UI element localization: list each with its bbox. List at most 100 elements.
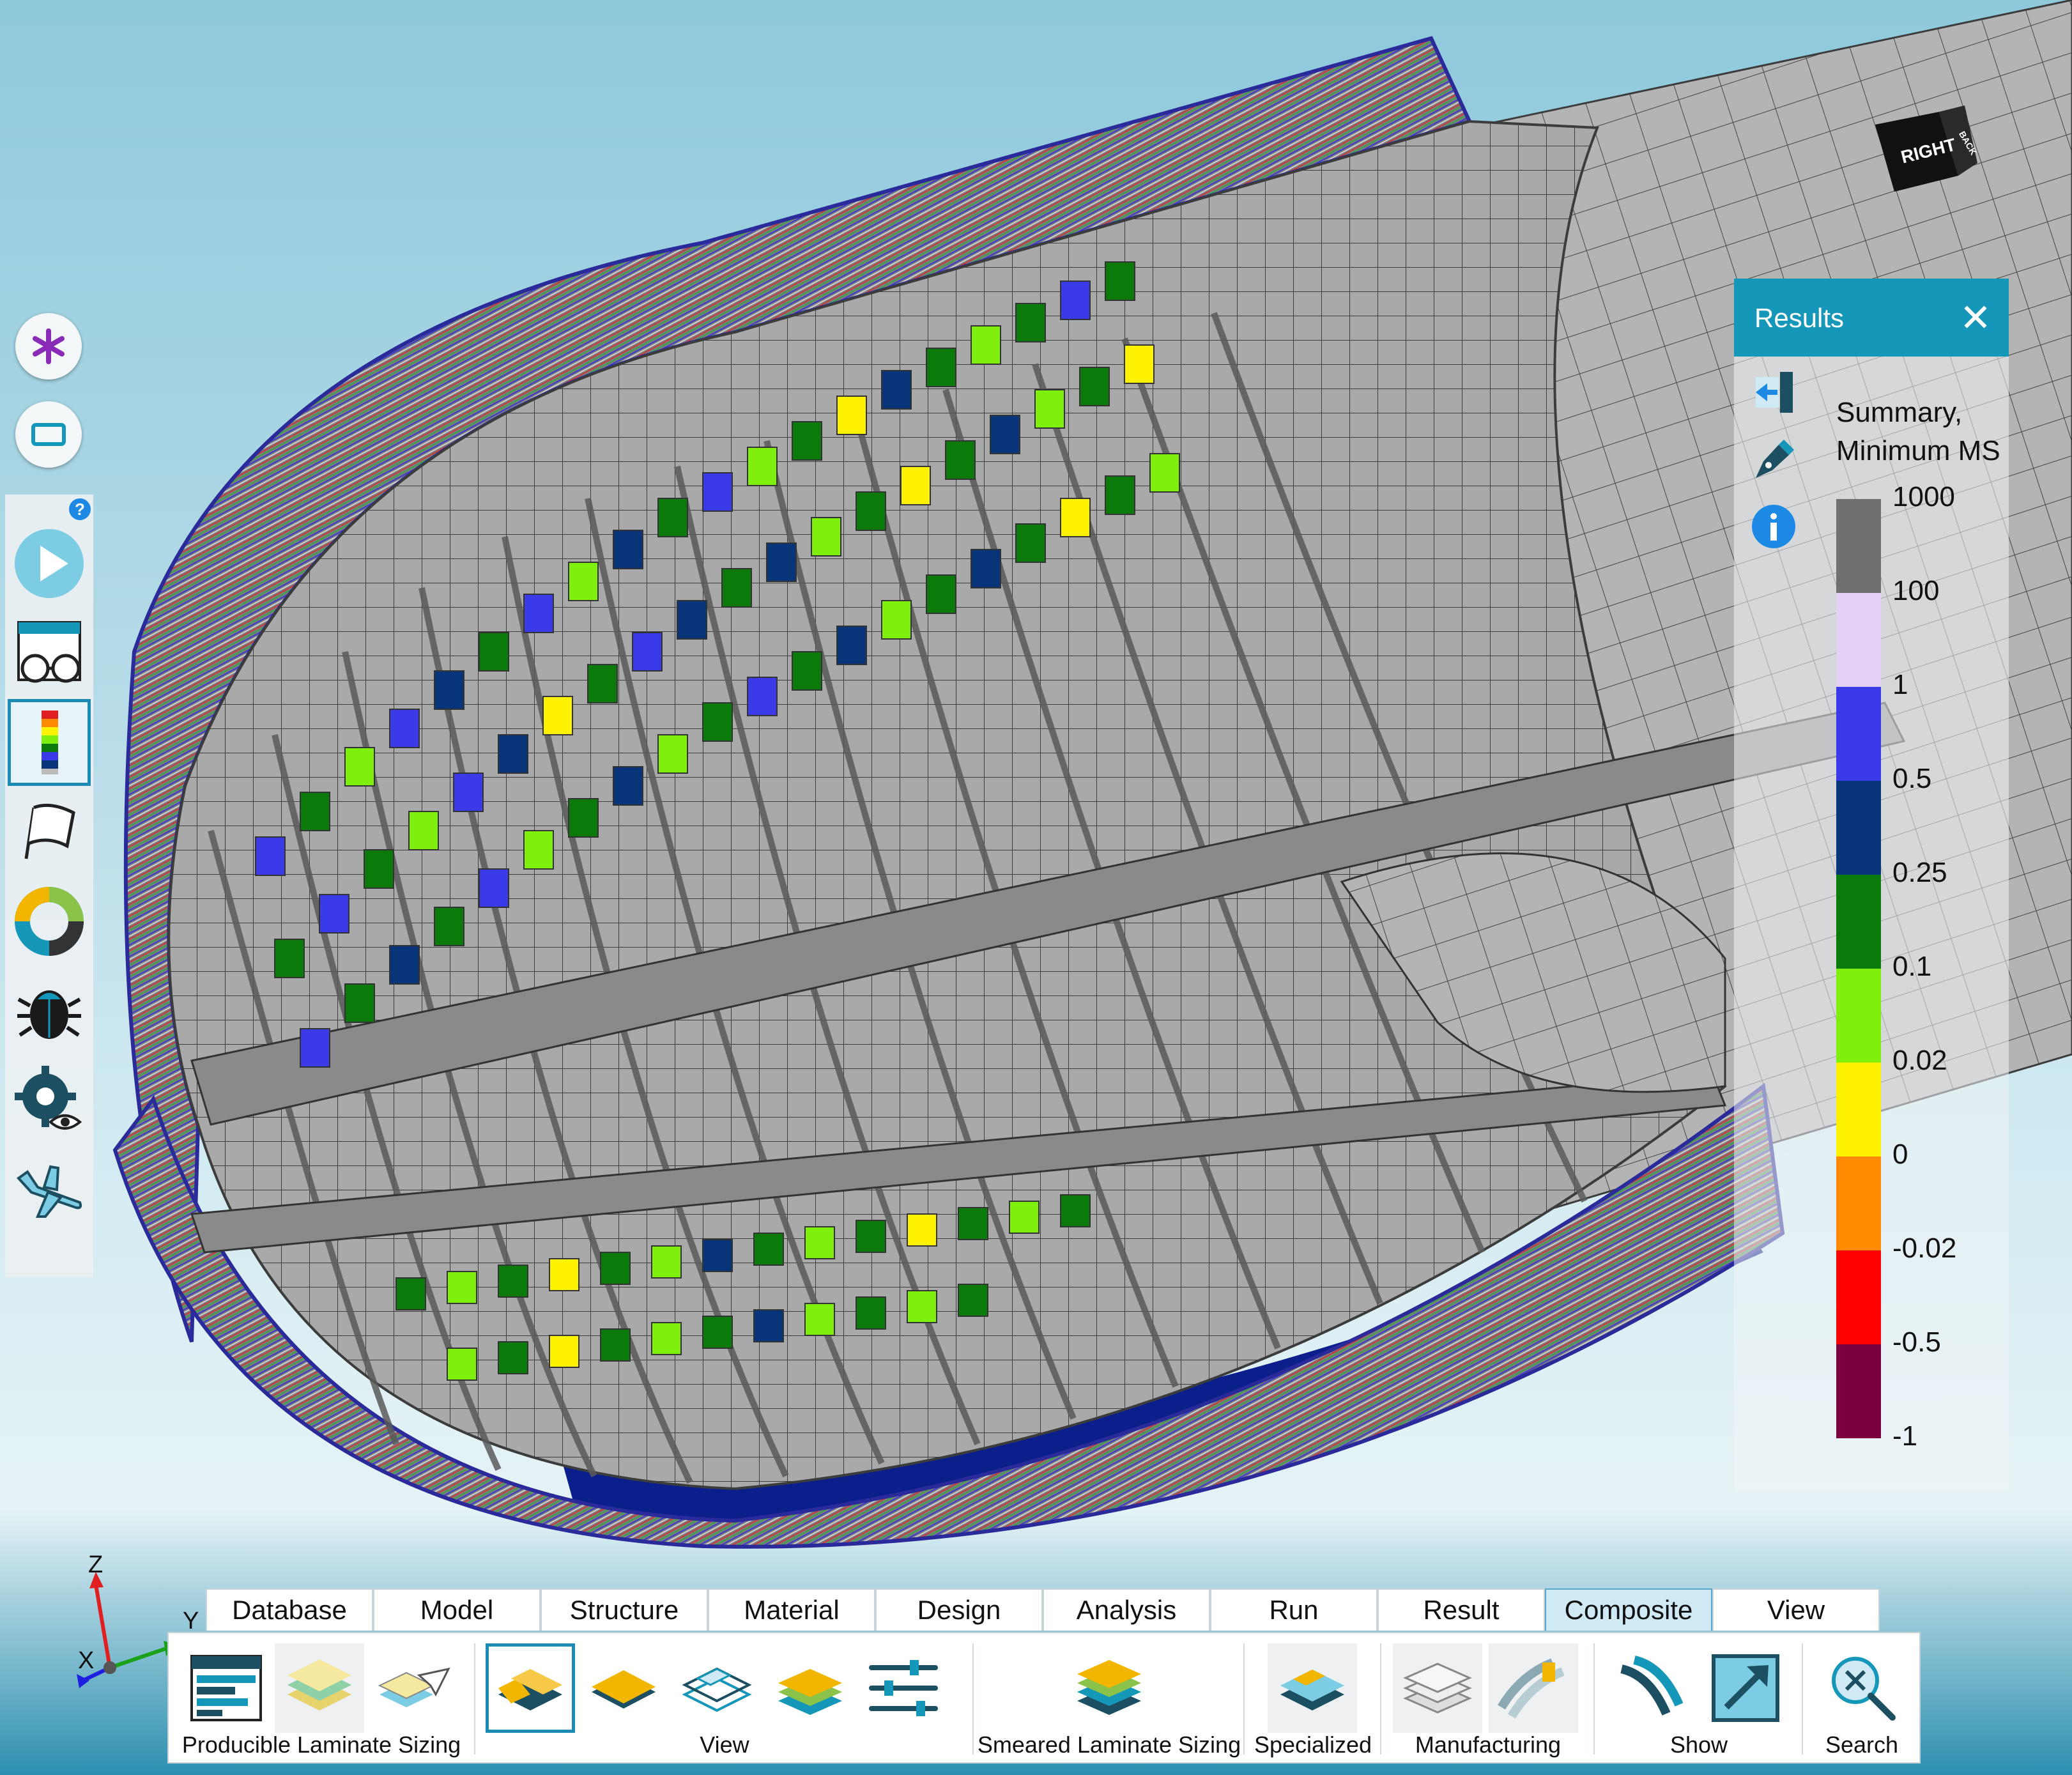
tab-composite[interactable]: Composite (1545, 1588, 1712, 1631)
smeared-laminate-button[interactable] (1064, 1643, 1154, 1733)
group-smeared-laminate-sizing: Smeared Laminate Sizing (975, 1633, 1243, 1762)
results-panel: Results ✕ Summary, Minimum MS 1000 100 1 0.… (1734, 279, 2009, 1490)
donut-chart-button[interactable] (8, 878, 91, 965)
legend-swatch (1836, 687, 1881, 781)
color-legend (1836, 499, 1881, 1438)
view-laminate-button[interactable] (486, 1643, 575, 1733)
axis-z-label: Z (88, 1551, 104, 1578)
glasses-window-icon (17, 621, 81, 683)
debug-button[interactable] (8, 967, 91, 1054)
ply-outline-icon (682, 1667, 752, 1712)
rectangle-icon (31, 423, 66, 446)
tab-view[interactable]: View (1712, 1588, 1880, 1631)
legend-swatch (1836, 499, 1881, 593)
tab-result[interactable]: Result (1377, 1588, 1545, 1631)
group-separator (1380, 1643, 1381, 1755)
ply-send-button[interactable] (368, 1643, 457, 1733)
ribbon-toolbar: Producible Laminate Sizing View Smeared … (167, 1632, 1921, 1763)
asterisk-icon (33, 328, 65, 364)
legend-label: -1 (1892, 1420, 1918, 1452)
ribbon-tabs: Database Model Structure Material Design… (206, 1588, 1880, 1632)
legend-label: -0.5 (1892, 1326, 1941, 1358)
axis-triad: Z Y X (70, 1551, 199, 1693)
color-bar-icon (42, 711, 58, 774)
help-icon[interactable]: ? (69, 498, 91, 520)
sliders-icon (869, 1660, 938, 1716)
asterisk-button[interactable] (15, 313, 82, 380)
legend-label: 1 (1892, 669, 1908, 700)
ply-send-icon (378, 1667, 450, 1707)
show-curved-panel-button[interactable] (1605, 1643, 1694, 1733)
laminate-family-button[interactable] (181, 1643, 271, 1733)
specialized-ply-icon (1280, 1670, 1344, 1710)
manufacturing-plies-button[interactable] (1393, 1643, 1482, 1733)
rectangle-select-button[interactable] (15, 401, 82, 468)
group-search: Search (1804, 1633, 1919, 1762)
tab-model[interactable]: Model (373, 1588, 541, 1631)
axis-x-label: X (78, 1647, 95, 1674)
tab-run[interactable]: Run (1210, 1588, 1377, 1631)
group-separator (1243, 1643, 1245, 1755)
group-show: Show (1596, 1633, 1802, 1762)
group-label-view: View (700, 1732, 749, 1758)
smeared-stack-icon (1077, 1660, 1141, 1715)
ply-sheet-icon (592, 1670, 656, 1709)
play-button[interactable] (8, 520, 91, 607)
show-export-button[interactable] (1701, 1643, 1790, 1733)
legend-title-line2: Minimum MS (1836, 435, 2000, 466)
ply-drop-button[interactable] (275, 1643, 364, 1733)
aircraft-button[interactable] (8, 1146, 91, 1233)
view-stacked-button[interactable] (765, 1643, 855, 1733)
tab-design[interactable]: Design (875, 1588, 1043, 1631)
bug-icon (17, 990, 81, 1039)
legend-swatch (1836, 781, 1881, 875)
legend-title-line1: Summary, (1836, 397, 1963, 428)
specialized-button[interactable] (1268, 1643, 1357, 1733)
tab-structure[interactable]: Structure (541, 1588, 708, 1631)
legend-label: 0.1 (1892, 951, 1932, 982)
info-button[interactable] (1749, 502, 1798, 551)
left-toolbar: ? (5, 495, 93, 1277)
settings-view-button[interactable] (8, 1057, 91, 1144)
airplane-icon (17, 1165, 82, 1218)
legend-swatch (1836, 969, 1881, 1063)
arrow-left-panel-icon (1756, 372, 1793, 413)
group-separator (1802, 1643, 1803, 1755)
legend-label: 0.02 (1892, 1045, 1947, 1076)
tab-analysis[interactable]: Analysis (1043, 1588, 1210, 1631)
legend-swatch (1836, 1156, 1881, 1250)
curved-panel-icon (1620, 1656, 1684, 1716)
info-icon (1752, 505, 1795, 548)
close-icon[interactable]: ✕ (1950, 293, 2001, 344)
group-label-search: Search (1825, 1732, 1899, 1758)
manufacturing-drape-button[interactable] (1489, 1643, 1578, 1733)
view-plies-button[interactable] (579, 1643, 668, 1733)
laminate-table-icon (190, 1655, 262, 1721)
legend-swatch (1836, 875, 1881, 969)
edit-legend-button[interactable] (1749, 436, 1798, 484)
flag-button[interactable] (8, 788, 91, 875)
legend-label: 1000 (1892, 481, 1955, 512)
tab-material[interactable]: Material (708, 1588, 875, 1631)
group-producible-laminate-sizing: Producible Laminate Sizing (169, 1633, 474, 1762)
export-arrow-icon (1712, 1654, 1779, 1722)
legend-title: Summary, Minimum MS (1836, 394, 2009, 470)
stacked-plies-icon (778, 1669, 842, 1715)
pen-icon (1756, 440, 1794, 478)
search-button[interactable] (1817, 1643, 1907, 1733)
legend-swatch (1836, 593, 1881, 687)
contour-legend-button[interactable] (8, 699, 91, 786)
axis-y-label: Y (183, 1608, 199, 1634)
view-adjust-button[interactable] (859, 1643, 948, 1733)
gear-eye-icon (15, 1066, 82, 1130)
group-label-smeared: Smeared Laminate Sizing (977, 1732, 1241, 1758)
tab-database[interactable]: Database (206, 1588, 373, 1631)
drape-icon (1497, 1658, 1565, 1719)
view-glasses-button[interactable] (8, 610, 91, 696)
layered-laminate-icon (498, 1669, 562, 1710)
view-outline-button[interactable] (672, 1643, 762, 1733)
view-cube[interactable]: RIGHT BACK (1869, 105, 1977, 195)
legend-label: 0.5 (1892, 763, 1932, 794)
collapse-panel-button[interactable] (1749, 368, 1798, 417)
play-icon (15, 529, 84, 598)
